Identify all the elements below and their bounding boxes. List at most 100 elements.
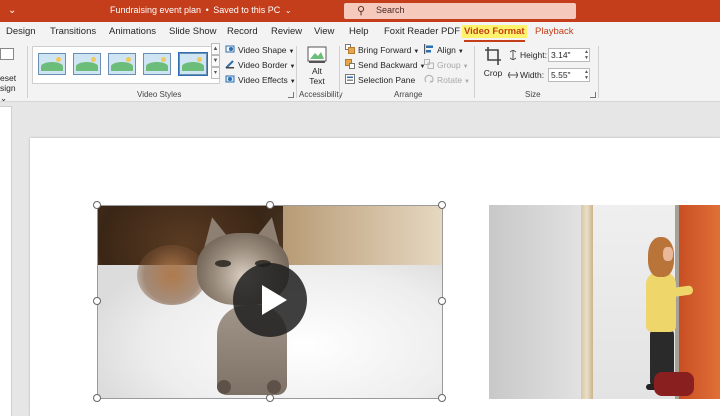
dropdown-arrow-icon: ▼ bbox=[464, 79, 470, 85]
alt-text-button[interactable]: Alt Text bbox=[302, 46, 332, 86]
dropdown-arrow-icon: ▼ bbox=[288, 49, 295, 55]
play-icon[interactable] bbox=[233, 263, 307, 337]
resize-handle[interactable] bbox=[266, 394, 274, 402]
alt-text-icon bbox=[307, 46, 327, 63]
video-effects-button[interactable]: Video Effects ▼ bbox=[225, 74, 296, 85]
group-separator bbox=[296, 46, 297, 98]
quick-access-icon[interactable]: ⌄ bbox=[8, 5, 16, 16]
align-button[interactable]: Align ▼ bbox=[424, 44, 464, 55]
tab-view[interactable]: View bbox=[314, 26, 334, 37]
document-title[interactable]: Fundraising event plan • Saved to this P… bbox=[110, 5, 292, 15]
search-box[interactable]: ⚲ Search bbox=[344, 3, 576, 19]
slide-thumbnail[interactable] bbox=[0, 106, 12, 416]
gallery-up-icon[interactable]: ▲ bbox=[211, 43, 220, 55]
dropdown-arrow-icon: ▼ bbox=[413, 49, 420, 55]
tab-review[interactable]: Review bbox=[271, 26, 302, 37]
width-spinner[interactable]: ▲ ▼ bbox=[584, 69, 589, 81]
slide-thumbnail-pane bbox=[0, 102, 14, 416]
woman-bag bbox=[654, 372, 694, 396]
tab-playback[interactable]: Playback bbox=[535, 26, 574, 37]
hill-shape bbox=[111, 62, 133, 71]
video-style-thumb[interactable] bbox=[108, 53, 136, 75]
video-border-button[interactable]: Video Border ▼ bbox=[225, 59, 295, 70]
align-icon bbox=[424, 44, 433, 54]
tab-design[interactable]: Design bbox=[6, 26, 36, 37]
alt-text-label-line2: Text bbox=[309, 76, 325, 86]
dialog-launcher-icon[interactable] bbox=[288, 92, 294, 98]
title-bar: ⌄ Fundraising event plan • Saved to this… bbox=[0, 0, 720, 22]
cat-eye bbox=[215, 260, 231, 267]
crop-icon bbox=[485, 47, 501, 65]
hill-shape bbox=[146, 62, 168, 71]
sun-shape bbox=[126, 57, 131, 62]
video-effects-icon bbox=[225, 75, 235, 83]
video-shape-icon bbox=[225, 45, 235, 53]
dialog-launcher-icon[interactable] bbox=[590, 92, 596, 98]
tab-record[interactable]: Record bbox=[227, 26, 258, 37]
woman-video[interactable] bbox=[489, 205, 720, 399]
resize-handle[interactable] bbox=[266, 201, 274, 209]
rotate-label: Rotate bbox=[437, 75, 463, 85]
video-styles-gallery bbox=[32, 46, 220, 84]
gallery-down-icon[interactable]: ▼ bbox=[211, 55, 220, 67]
save-state: Saved to this PC bbox=[213, 5, 281, 15]
resize-handle[interactable] bbox=[438, 394, 446, 402]
video-style-thumb-selected[interactable] bbox=[178, 52, 208, 76]
alt-text-label-line1: Alt bbox=[312, 66, 322, 76]
group-separator bbox=[339, 46, 340, 98]
video-door bbox=[679, 205, 720, 399]
sun-shape bbox=[56, 57, 61, 62]
group-button[interactable]: Group ▼ bbox=[424, 59, 469, 70]
resize-handle[interactable] bbox=[438, 297, 446, 305]
height-spinner[interactable]: ▲ ▼ bbox=[584, 49, 589, 61]
width-icon bbox=[508, 71, 518, 79]
tab-transitions[interactable]: Transitions bbox=[50, 26, 96, 37]
resize-handle[interactable] bbox=[93, 394, 101, 402]
search-placeholder: Search bbox=[376, 5, 405, 15]
send-backward-button[interactable]: Send Backward ▼ bbox=[345, 59, 426, 70]
tab-help[interactable]: Help bbox=[349, 26, 369, 37]
dropdown-arrow-icon: ▼ bbox=[289, 79, 296, 85]
sun-shape bbox=[197, 57, 202, 62]
send-backward-label: Send Backward bbox=[358, 60, 418, 70]
tab-video-format-label: Video Format bbox=[462, 25, 527, 38]
reset-design-button[interactable]: eset sign ⌄ bbox=[0, 48, 22, 103]
tab-animations[interactable]: Animations bbox=[109, 26, 156, 37]
size-group-label: Size bbox=[525, 90, 541, 99]
video-styles-group-label: Video Styles bbox=[137, 90, 182, 99]
video-border-icon bbox=[225, 60, 234, 69]
accessibility-group-label: Accessibility bbox=[299, 90, 343, 99]
hill-shape bbox=[76, 62, 98, 71]
video-style-thumb[interactable] bbox=[73, 53, 101, 75]
video-style-thumb[interactable] bbox=[143, 53, 171, 75]
video-style-thumb[interactable] bbox=[38, 53, 66, 75]
hill-shape bbox=[41, 62, 63, 71]
dropdown-arrow-icon: ▼ bbox=[462, 64, 469, 70]
tab-slide-show[interactable]: Slide Show bbox=[169, 26, 217, 37]
sun-shape bbox=[161, 57, 166, 62]
group-separator bbox=[474, 46, 475, 98]
resize-handle[interactable] bbox=[93, 297, 101, 305]
gallery-more-icon[interactable]: ▾ bbox=[211, 67, 220, 79]
align-label: Align bbox=[437, 45, 456, 55]
video-pillar bbox=[581, 205, 593, 399]
video-border-label: Video Border bbox=[238, 60, 288, 70]
width-label: Width: bbox=[520, 70, 545, 80]
title-separator: • bbox=[205, 5, 209, 15]
bring-forward-label: Bring Forward bbox=[358, 45, 412, 55]
group-label: Group bbox=[437, 60, 461, 70]
tab-foxit-reader-pdf[interactable]: Foxit Reader PDF bbox=[384, 26, 460, 37]
tab-video-format[interactable]: Video Format bbox=[462, 25, 527, 42]
reset-label-line1: eset bbox=[0, 73, 17, 83]
rotate-button[interactable]: Rotate ▼ bbox=[424, 74, 470, 85]
cat-paw bbox=[217, 380, 231, 394]
video-wall bbox=[489, 205, 589, 399]
crop-button[interactable]: Crop bbox=[480, 46, 506, 78]
dropdown-arrow-icon: ▼ bbox=[457, 49, 464, 55]
video-shape-button[interactable]: Video Shape ▼ bbox=[225, 44, 294, 55]
resize-handle[interactable] bbox=[438, 201, 446, 209]
resize-handle[interactable] bbox=[93, 201, 101, 209]
bring-forward-button[interactable]: Bring Forward ▼ bbox=[345, 44, 419, 55]
ribbon: eset sign ⌄ ▲ ▼ ▾ Video Shape ▼ Video Bor… bbox=[0, 42, 720, 103]
selection-pane-button[interactable]: Selection Pane bbox=[345, 74, 415, 85]
